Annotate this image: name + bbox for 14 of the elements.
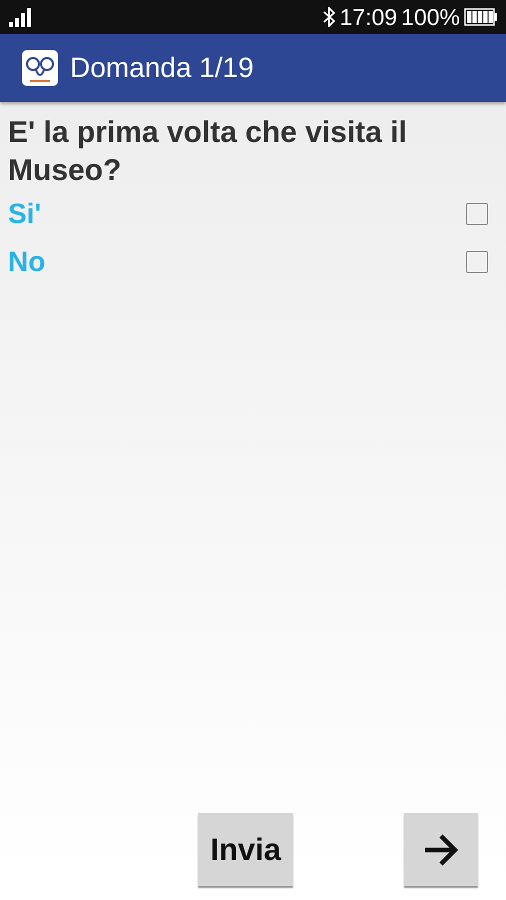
battery-percent: 100% xyxy=(401,4,460,30)
signal-icon xyxy=(8,7,32,27)
submit-button[interactable]: Invia xyxy=(198,813,293,886)
logo-icon xyxy=(22,50,58,86)
clock-time: 17:09 xyxy=(340,4,398,30)
checkbox[interactable] xyxy=(466,251,488,273)
app-title: Domanda 1/19 xyxy=(70,52,254,84)
option-label: Si' xyxy=(8,198,42,230)
option-label: No xyxy=(8,246,46,278)
question-text: E' la prima volta che visita il Museo? xyxy=(8,115,408,189)
battery-icon xyxy=(464,8,498,26)
checkbox[interactable] xyxy=(466,203,488,225)
bluetooth-icon xyxy=(322,7,336,27)
next-button[interactable] xyxy=(404,813,478,886)
